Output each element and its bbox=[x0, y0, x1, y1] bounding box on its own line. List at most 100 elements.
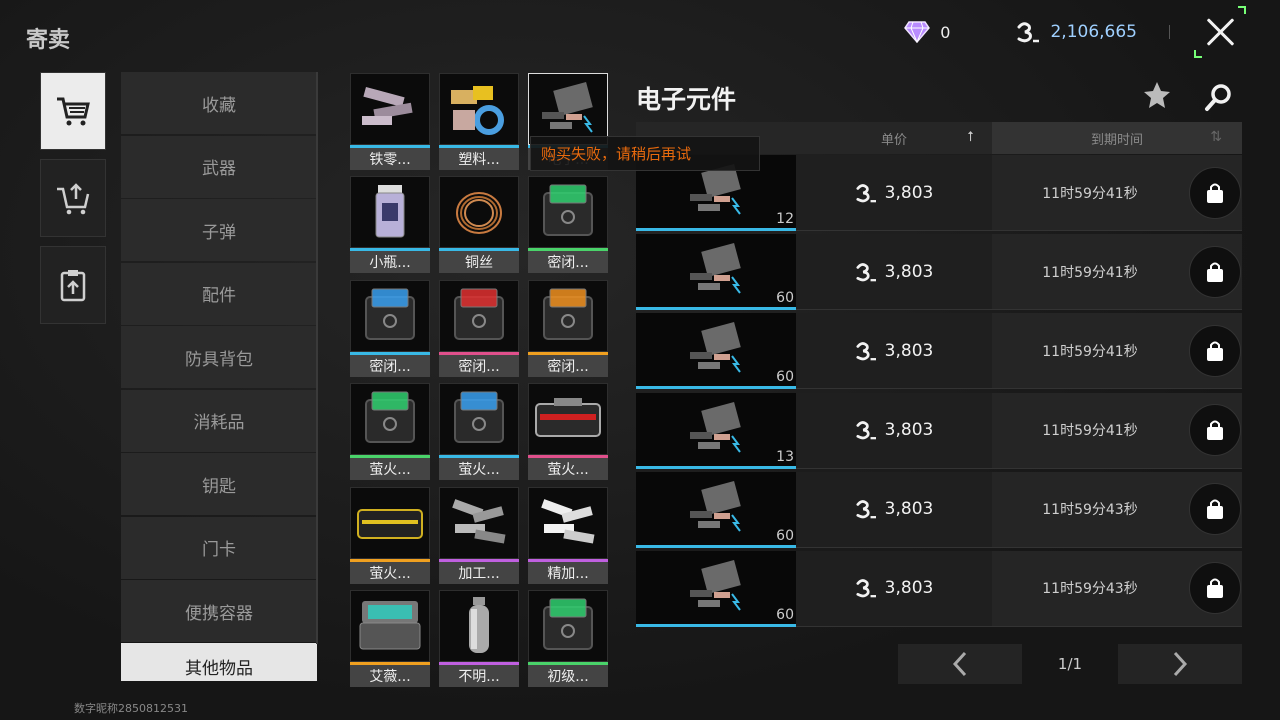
category-scrollbar[interactable] bbox=[316, 72, 318, 644]
item-label: 铁零... bbox=[350, 148, 430, 170]
close-button[interactable] bbox=[1194, 6, 1246, 58]
listing-row[interactable]: 60 3,803 11时59分43秒 bbox=[636, 471, 1242, 548]
item-card[interactable]: 萤火... bbox=[350, 486, 430, 584]
category-item[interactable]: 其他物品 bbox=[121, 642, 317, 681]
item-card[interactable]: 密闭... bbox=[350, 279, 430, 377]
box-blue-icon bbox=[350, 279, 430, 352]
tab-market[interactable] bbox=[40, 72, 106, 150]
item-card[interactable]: 萤火... bbox=[439, 383, 519, 481]
star-icon bbox=[1144, 82, 1170, 108]
header-price-col[interactable]: 单价 ⭡ bbox=[796, 122, 992, 154]
buy-button[interactable] bbox=[1189, 404, 1241, 457]
item-label: 密闭... bbox=[528, 354, 608, 377]
buy-button[interactable] bbox=[1189, 324, 1241, 377]
category-item[interactable]: 门卡 bbox=[121, 516, 317, 579]
item-label: 塑料... bbox=[439, 148, 519, 170]
item-card[interactable]: 铜丝 bbox=[439, 176, 519, 274]
copper-wire-icon bbox=[439, 176, 519, 249]
category-item[interactable]: 收藏 bbox=[121, 72, 317, 134]
coin-icon bbox=[856, 262, 876, 282]
item-card[interactable]: 塑料... bbox=[439, 73, 519, 170]
item-label: 初级... bbox=[528, 665, 608, 687]
item-label: 精加... bbox=[528, 561, 608, 584]
page-indicator: 1/1 bbox=[1057, 655, 1083, 673]
listing-item-thumb: 13 bbox=[636, 392, 796, 469]
item-card[interactable]: 加工... bbox=[439, 486, 519, 584]
clipboard-icon bbox=[60, 270, 86, 302]
box-green-icon bbox=[528, 590, 608, 662]
item-card[interactable]: 精加... bbox=[528, 486, 608, 584]
player-id: 数字昵称2850812531 bbox=[74, 702, 188, 715]
buy-cell bbox=[1188, 392, 1242, 468]
rarity-bar bbox=[636, 307, 796, 311]
header-expire-col[interactable]: 到期时间 ⇅ bbox=[992, 122, 1242, 154]
item-label: 密闭... bbox=[350, 354, 430, 377]
favorite-button[interactable] bbox=[1142, 80, 1172, 114]
category-item[interactable]: 配件 bbox=[121, 262, 317, 325]
box-blue-icon bbox=[439, 383, 519, 456]
item-card[interactable]: 萤火... bbox=[528, 383, 608, 481]
gem-count: 0 bbox=[940, 22, 951, 42]
item-card[interactable]: 艾薇... bbox=[350, 590, 430, 687]
item-label: 密闭... bbox=[439, 354, 519, 377]
electronic-parts-icon bbox=[680, 316, 752, 386]
listing-qty: 60 bbox=[776, 369, 794, 386]
item-card[interactable]: 密闭... bbox=[439, 279, 519, 377]
buy-button[interactable] bbox=[1189, 562, 1241, 615]
item-card[interactable]: 初级... bbox=[528, 590, 608, 687]
listing-expire: 11时59分41秒 bbox=[992, 234, 1188, 310]
item-label: 加工... bbox=[439, 561, 519, 584]
rarity-bar bbox=[636, 623, 796, 627]
item-card[interactable]: 密闭... bbox=[528, 279, 608, 377]
listing-qty: 12 bbox=[776, 211, 794, 227]
category-item[interactable]: 子弹 bbox=[121, 199, 317, 261]
corner-mark bbox=[1238, 6, 1246, 14]
listing-row[interactable]: 60 3,803 11时59分41秒 bbox=[636, 234, 1242, 311]
item-card[interactable]: 铁零... bbox=[350, 73, 430, 170]
error-toast: 购买失败，请稍后再试 bbox=[530, 136, 760, 171]
listing-item-thumb: 60 bbox=[636, 471, 796, 548]
rarity-bar bbox=[636, 465, 796, 469]
shopping-bag-icon bbox=[1207, 183, 1223, 203]
listing-row[interactable]: 60 3,803 11时59分43秒 bbox=[636, 550, 1242, 627]
listing-qty: 13 bbox=[776, 448, 794, 465]
category-item[interactable]: 消耗品 bbox=[121, 389, 317, 452]
sort-icon[interactable]: ⇅ bbox=[1210, 129, 1222, 145]
listing-row[interactable]: 60 3,803 11时59分41秒 bbox=[636, 313, 1242, 390]
listing-expire: 11时59分41秒 bbox=[992, 155, 1188, 230]
item-card[interactable]: 不明... bbox=[439, 590, 519, 687]
next-page-button[interactable] bbox=[1118, 644, 1242, 684]
sort-asc-icon[interactable]: ⭡ bbox=[967, 129, 974, 145]
item-card[interactable]: 萤火... bbox=[350, 383, 430, 481]
item-card[interactable]: 密闭... bbox=[528, 176, 608, 274]
bars-white-icon bbox=[528, 486, 608, 559]
listing-row[interactable]: 13 3,803 11时59分41秒 bbox=[636, 392, 1242, 469]
item-card[interactable]: 小瓶... bbox=[350, 176, 430, 274]
listing-price: 3,803 bbox=[796, 393, 992, 468]
buy-button[interactable] bbox=[1189, 245, 1241, 298]
category-item[interactable]: 武器 bbox=[121, 135, 317, 198]
item-label: 不明... bbox=[439, 665, 519, 687]
tab-sell[interactable] bbox=[40, 159, 106, 237]
category-item[interactable]: 钥匙 bbox=[121, 453, 317, 515]
item-label: 艾薇... bbox=[350, 665, 430, 687]
coin-icon bbox=[856, 183, 876, 202]
tab-records[interactable] bbox=[40, 246, 106, 324]
listing-price: 3,803 bbox=[796, 551, 992, 626]
corner-mark bbox=[1194, 50, 1202, 58]
category-item[interactable]: 便携容器 bbox=[121, 580, 317, 642]
price-value: 3,803 bbox=[884, 340, 934, 361]
box-green-icon bbox=[350, 383, 430, 456]
plastic-parts-icon bbox=[439, 73, 519, 145]
expire-header-label: 到期时间 bbox=[1090, 132, 1143, 148]
category-item[interactable]: 防具背包 bbox=[121, 326, 317, 388]
prev-page-button[interactable] bbox=[898, 644, 1022, 684]
electronic-parts-icon bbox=[680, 396, 752, 466]
electronic-parts-icon bbox=[680, 554, 752, 624]
buy-cell bbox=[1188, 313, 1242, 389]
buy-button[interactable] bbox=[1189, 483, 1241, 536]
search-button[interactable] bbox=[1204, 82, 1234, 116]
buy-button[interactable] bbox=[1189, 166, 1241, 219]
buy-cell bbox=[1188, 234, 1242, 310]
metal-parts-icon bbox=[350, 73, 430, 145]
